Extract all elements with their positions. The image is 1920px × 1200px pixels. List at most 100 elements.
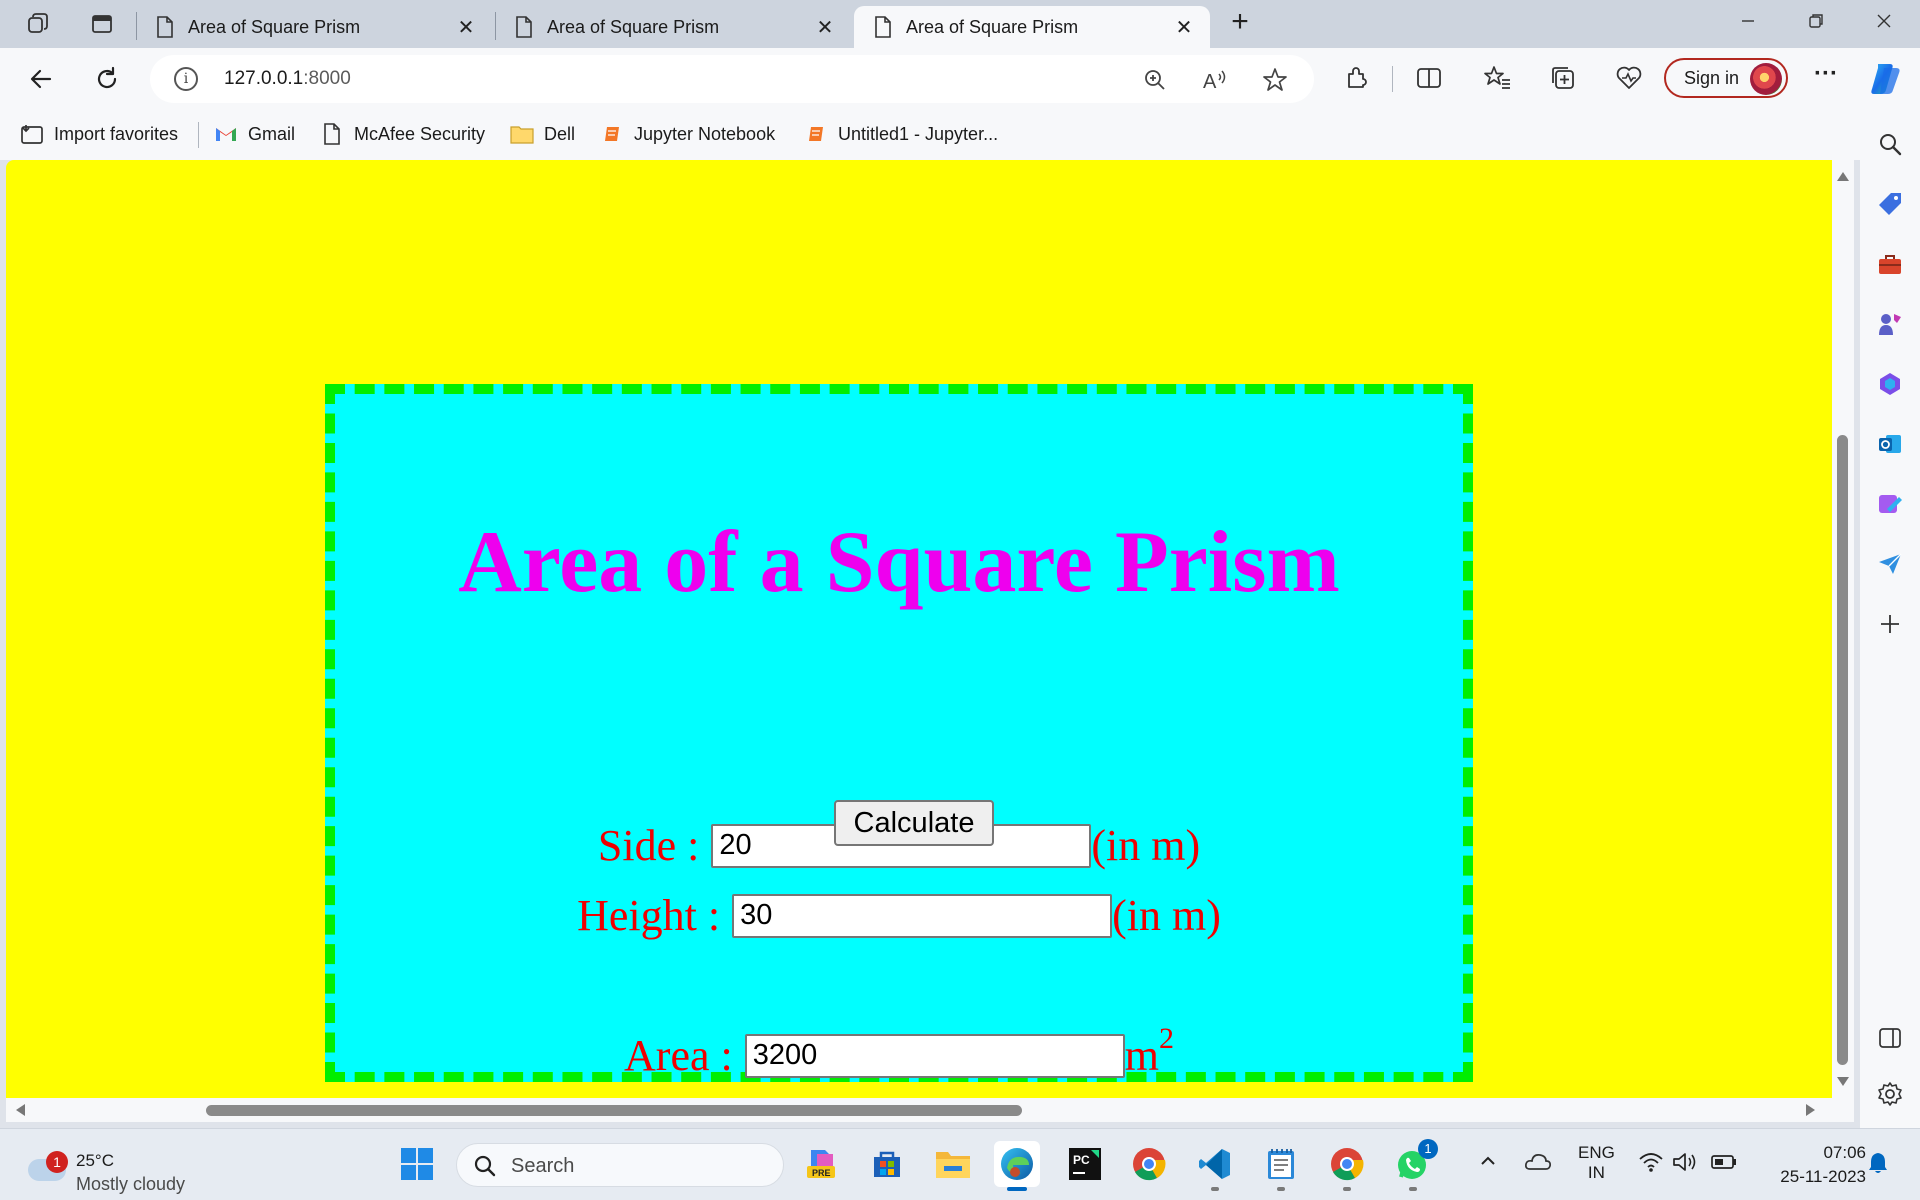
page-icon [320, 122, 344, 146]
calculate-button[interactable]: Calculate [834, 800, 994, 846]
sign-in-label: Sign in [1684, 67, 1740, 88]
site-info-icon[interactable]: i [174, 67, 198, 91]
language-indicator[interactable]: ENG IN [1578, 1143, 1615, 1183]
running-indicator [1277, 1187, 1285, 1191]
weather-temp: 25°C [76, 1151, 114, 1170]
clock-time: 07:06 [1823, 1143, 1866, 1162]
refresh-button[interactable] [90, 62, 124, 96]
browser-toolbar: i 127.0.0.1:8000 A Sign in ··· [0, 48, 1920, 110]
weather-widget[interactable]: 1 25°C Mostly cloudy [26, 1141, 206, 1194]
running-indicator [1211, 1187, 1219, 1191]
bookmark-jupyter-notebook[interactable]: Jupyter Notebook [600, 122, 775, 146]
page-icon [157, 16, 173, 38]
tab-title: Area of Square Prism [188, 16, 361, 37]
import-icon [20, 122, 44, 146]
avatar [1750, 63, 1782, 95]
workspaces-icon[interactable] [24, 10, 52, 38]
favorites-icon[interactable] [1482, 63, 1512, 93]
bookmark-import-favorites[interactable]: Import favorites [20, 122, 178, 146]
bookmark-mcafee-security[interactable]: McAfee Security [320, 122, 485, 146]
url-text[interactable]: 127.0.0.1:8000 [224, 68, 351, 90]
area-unit: m2 [1124, 1022, 1174, 1081]
sign-in-button[interactable]: Sign in [1664, 58, 1788, 98]
side-unit: (in m) [1091, 821, 1201, 870]
area-output[interactable] [744, 1033, 1125, 1078]
close-window-button[interactable] [1864, 8, 1904, 40]
scroll-up-arrow-icon[interactable] [1837, 172, 1849, 181]
hide-sidebar-icon[interactable] [1876, 1024, 1904, 1052]
split-screen-icon[interactable] [1414, 63, 1444, 93]
taskbar-search[interactable]: Search [456, 1143, 784, 1187]
browser-tab-3-active[interactable]: Area of Square Prism ✕ [854, 6, 1210, 48]
collections-icon[interactable] [1548, 63, 1578, 93]
back-button[interactable] [24, 62, 58, 96]
extensions-icon[interactable] [1342, 63, 1372, 93]
tab-title: Area of Square Prism [906, 16, 1079, 37]
address-bar[interactable]: i 127.0.0.1:8000 A [150, 55, 1314, 103]
scroll-down-arrow-icon[interactable] [1837, 1077, 1849, 1086]
more-menu-button[interactable]: ··· [1808, 60, 1844, 96]
browser-tab-1[interactable]: Area of Square Prism ✕ [136, 6, 492, 48]
volume-icon[interactable] [1672, 1151, 1698, 1178]
send-icon[interactable] [1876, 550, 1904, 578]
microsoft-store-icon[interactable] [864, 1141, 910, 1187]
bookmark-dell[interactable]: Dell [510, 122, 575, 146]
search-label: Search [511, 1155, 575, 1177]
microsoft-365-icon[interactable] [1876, 370, 1904, 398]
whatsapp-icon[interactable]: 1 [1390, 1139, 1438, 1191]
close-icon[interactable]: ✕ [807, 15, 843, 40]
favorite-star-icon[interactable] [1262, 67, 1288, 93]
battery-icon[interactable] [1710, 1151, 1738, 1178]
horizontal-scrollbar[interactable] [6, 1098, 1854, 1122]
browser-tab-2[interactable]: Area of Square Prism ✕ [495, 6, 851, 48]
notification-bell-icon[interactable] [1866, 1151, 1890, 1180]
wifi-icon[interactable] [1638, 1151, 1664, 1178]
games-icon[interactable] [1876, 310, 1904, 338]
height-input[interactable] [732, 893, 1113, 938]
read-aloud-icon[interactable]: A [1202, 67, 1228, 93]
outlook-icon[interactable] [1876, 430, 1904, 458]
edge-browser-icon[interactable] [994, 1141, 1040, 1191]
start-button[interactable] [394, 1141, 440, 1187]
height-unit: (in m) [1112, 891, 1221, 940]
zoom-icon[interactable] [1142, 67, 1168, 93]
pycharm-icon[interactable]: PC [1062, 1141, 1108, 1187]
browser-essentials-icon[interactable] [1614, 63, 1644, 93]
height-row: Height : (in m) [335, 890, 1463, 941]
scroll-left-arrow-icon[interactable] [16, 1104, 25, 1116]
tab-actions-icon[interactable] [88, 10, 116, 38]
file-explorer-icon[interactable] [930, 1141, 976, 1187]
designer-icon[interactable] [1876, 490, 1904, 518]
scroll-right-arrow-icon[interactable] [1806, 1104, 1815, 1116]
chrome-icon[interactable] [1324, 1141, 1370, 1191]
shopping-tag-icon[interactable] [1876, 190, 1904, 218]
area-row: Area : m2 [335, 1022, 1463, 1081]
notepad-icon[interactable] [1258, 1141, 1304, 1191]
add-icon[interactable] [1876, 610, 1904, 638]
bookmark-gmail[interactable]: Gmail [214, 122, 295, 146]
onedrive-cloud-icon[interactable] [1524, 1149, 1552, 1178]
copilot-icon[interactable] [1866, 60, 1904, 98]
folder-icon [510, 122, 534, 146]
vscode-icon[interactable] [1192, 1141, 1238, 1191]
show-hidden-icons-chevron-icon[interactable] [1478, 1151, 1498, 1176]
horizontal-scroll-thumb[interactable] [206, 1105, 1022, 1116]
search-icon[interactable] [1876, 130, 1904, 158]
vertical-scroll-thumb[interactable] [1837, 435, 1848, 1065]
copilot-preview-app-icon[interactable]: PRE [798, 1141, 844, 1187]
clock[interactable]: 07:06 25-11-2023 [1756, 1141, 1866, 1189]
page-icon [516, 16, 532, 38]
new-tab-button[interactable]: + [1224, 7, 1256, 40]
bookmark-untitled1-jupyter[interactable]: Untitled1 - Jupyter... [804, 122, 998, 146]
restore-button[interactable] [1796, 8, 1836, 40]
notification-badge: 1 [46, 1151, 68, 1173]
minimize-button[interactable] [1728, 8, 1768, 40]
close-icon[interactable]: ✕ [1166, 15, 1202, 40]
close-icon[interactable]: ✕ [448, 15, 484, 40]
vertical-scrollbar[interactable] [1832, 160, 1854, 1098]
side-label: Side : [597, 821, 700, 870]
running-indicator [1409, 1187, 1417, 1191]
tools-briefcase-icon[interactable] [1876, 250, 1904, 278]
chrome-icon[interactable] [1126, 1141, 1172, 1187]
settings-gear-icon[interactable] [1876, 1080, 1904, 1108]
